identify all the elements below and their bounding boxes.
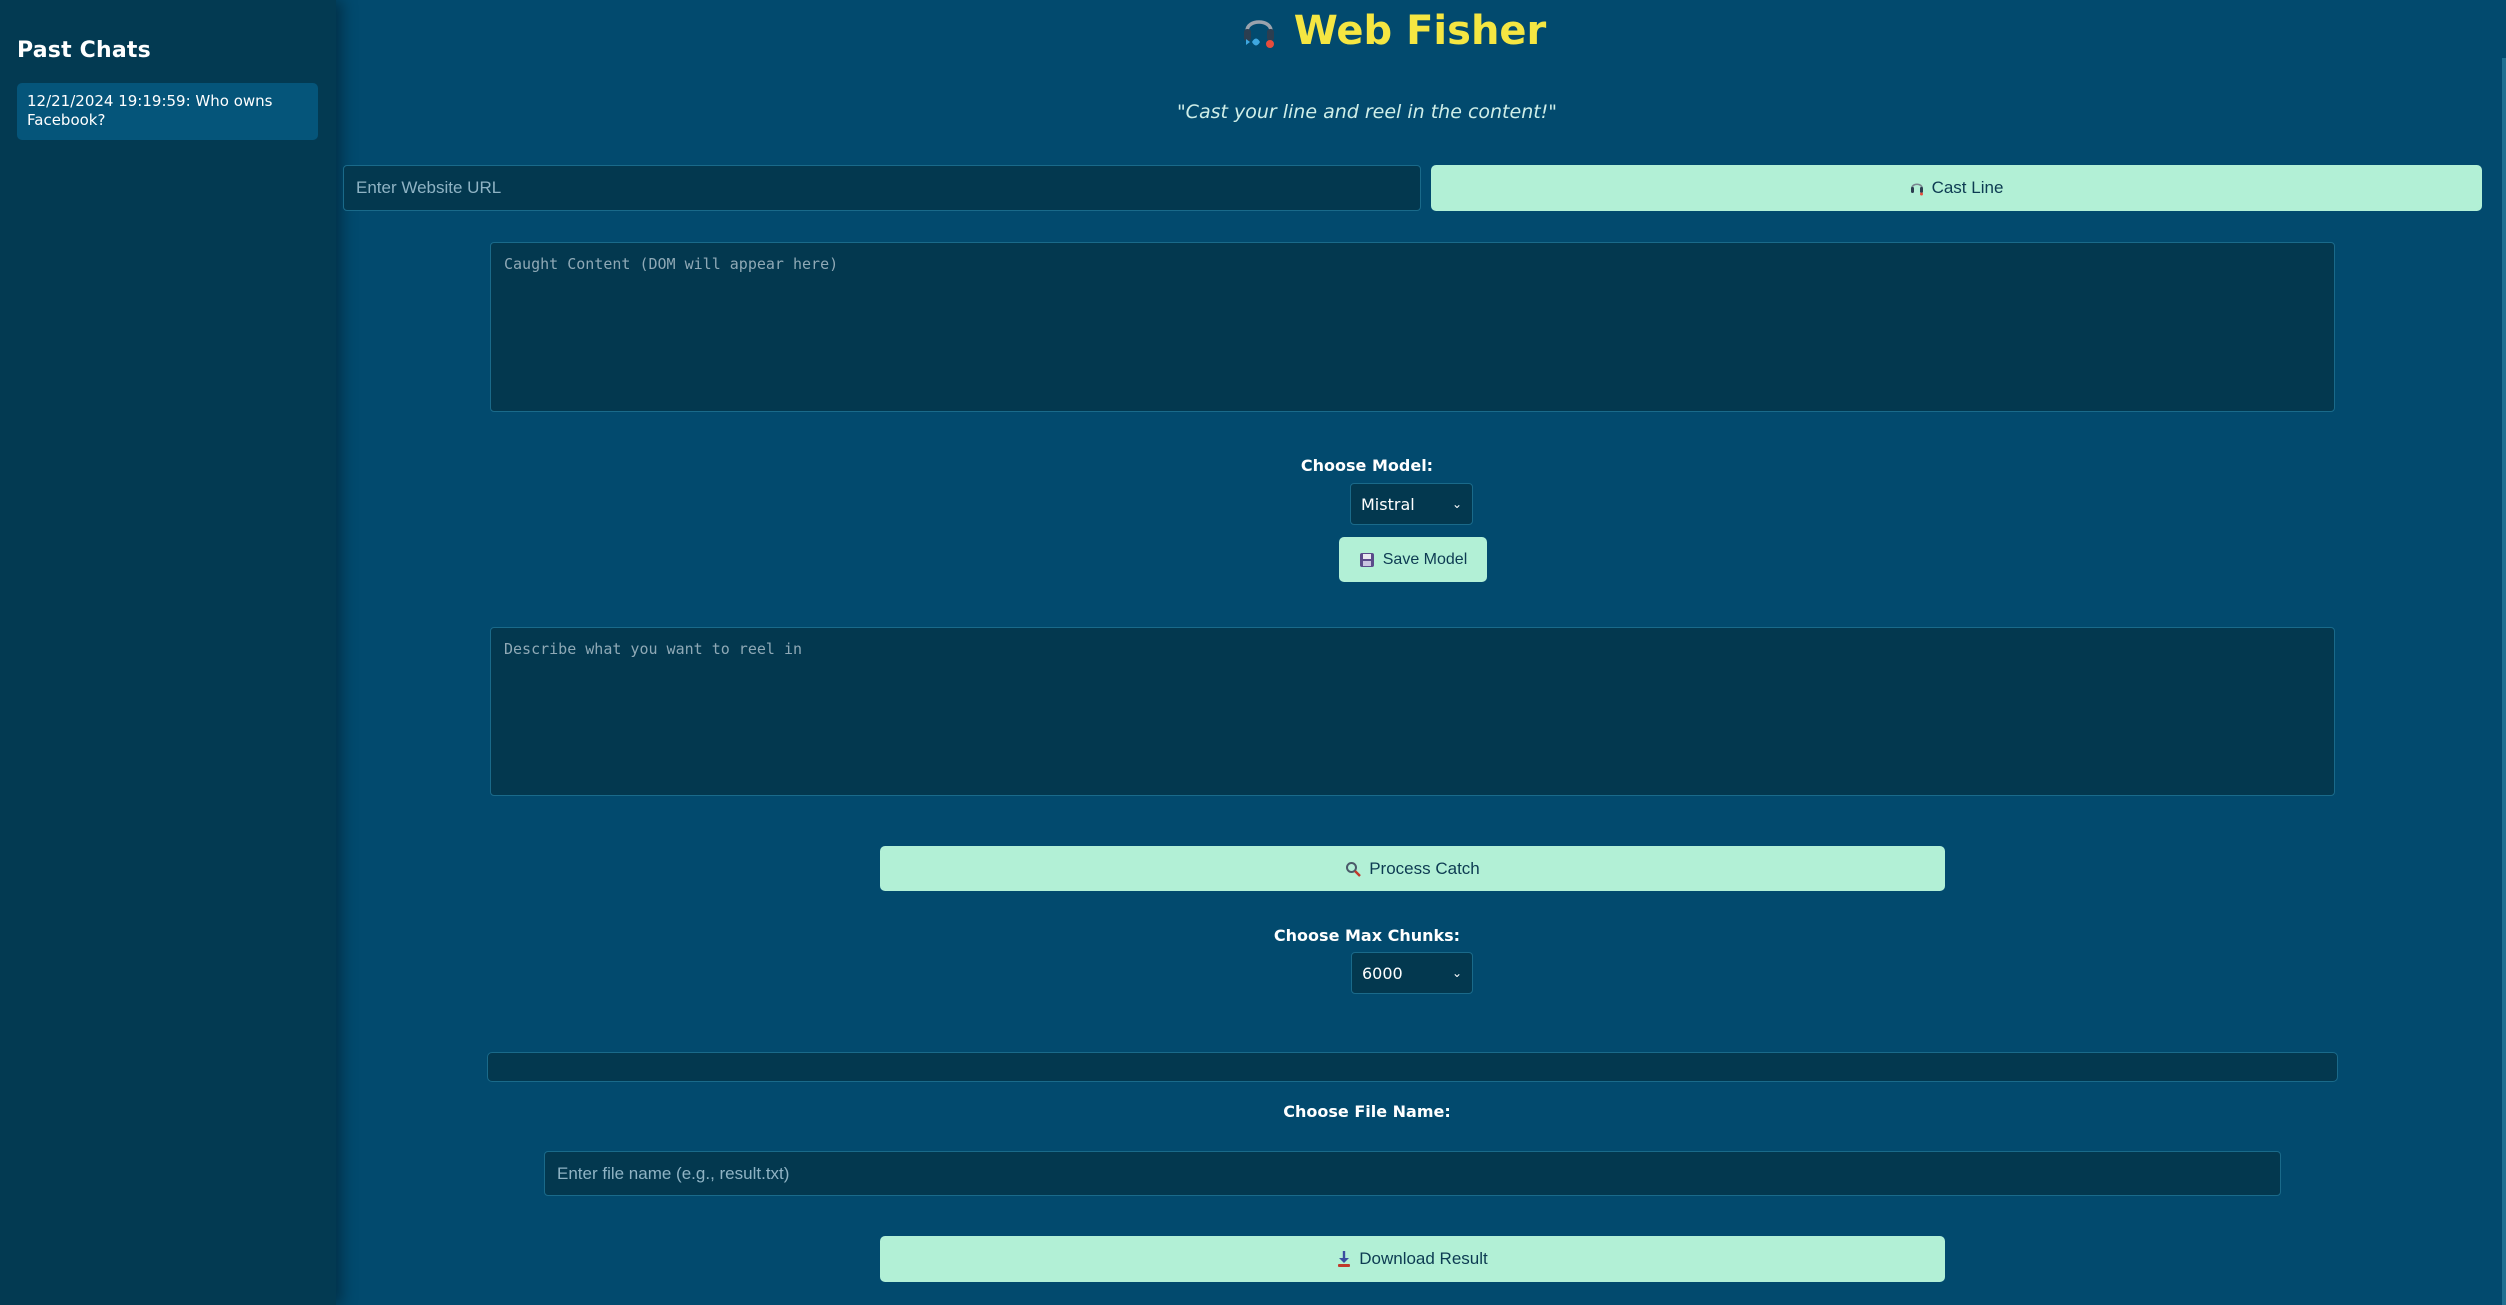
magnifier-icon	[1345, 861, 1362, 877]
download-result-button[interactable]: Download Result	[880, 1236, 1945, 1282]
cast-line-button[interactable]: Cast Line	[1431, 165, 2482, 211]
website-url-input[interactable]	[343, 165, 1421, 211]
headset-icon	[1242, 11, 1276, 51]
app: Past Chats 12/21/2024 19:19:59: Who owns…	[0, 0, 2506, 1305]
past-chat-item[interactable]: 12/21/2024 19:19:59: Who owns Facebook?	[17, 83, 318, 140]
chevron-down-icon: ⌄	[1451, 966, 1462, 980]
cast-line-label: Cast Line	[1931, 178, 2004, 197]
result-output-bar	[487, 1052, 2338, 1082]
page-title: Web Fisher	[1293, 8, 1547, 54]
choose-model-label: Choose Model:	[1300, 456, 1434, 475]
caught-content-textarea[interactable]	[490, 242, 2335, 412]
download-icon	[1337, 1250, 1351, 1268]
file-name-input[interactable]	[544, 1151, 2281, 1196]
save-model-label: Save Model	[1382, 550, 1468, 568]
floppy-disk-icon	[1359, 552, 1375, 568]
max-chunks-select[interactable]: 6000 ⌄	[1351, 952, 1473, 994]
process-catch-button[interactable]: Process Catch	[880, 846, 1945, 891]
max-chunks-selected-value: 6000	[1362, 963, 1403, 983]
main-content: Web Fisher "Cast your line and reel in t…	[336, 0, 2506, 1305]
download-result-label: Download Result	[1359, 1249, 1488, 1268]
model-selected-value: Mistral	[1361, 494, 1415, 514]
describe-textarea[interactable]	[490, 627, 2335, 796]
process-catch-label: Process Catch	[1369, 858, 1480, 878]
model-select[interactable]: Mistral ⌄	[1350, 483, 1473, 525]
headset-icon	[1910, 180, 1924, 196]
header: Web Fisher	[336, 4, 2506, 58]
scrollbar[interactable]	[2502, 58, 2506, 1305]
choose-max-chunks-label: Choose Max Chunks:	[1273, 926, 1461, 945]
chevron-down-icon: ⌄	[1451, 497, 1462, 511]
save-model-button[interactable]: Save Model	[1339, 537, 1487, 582]
tagline: "Cast your line and reel in the content!…	[1176, 101, 1558, 123]
choose-file-name-label: Choose File Name:	[1283, 1102, 1451, 1121]
sidebar-title: Past Chats	[17, 38, 151, 63]
